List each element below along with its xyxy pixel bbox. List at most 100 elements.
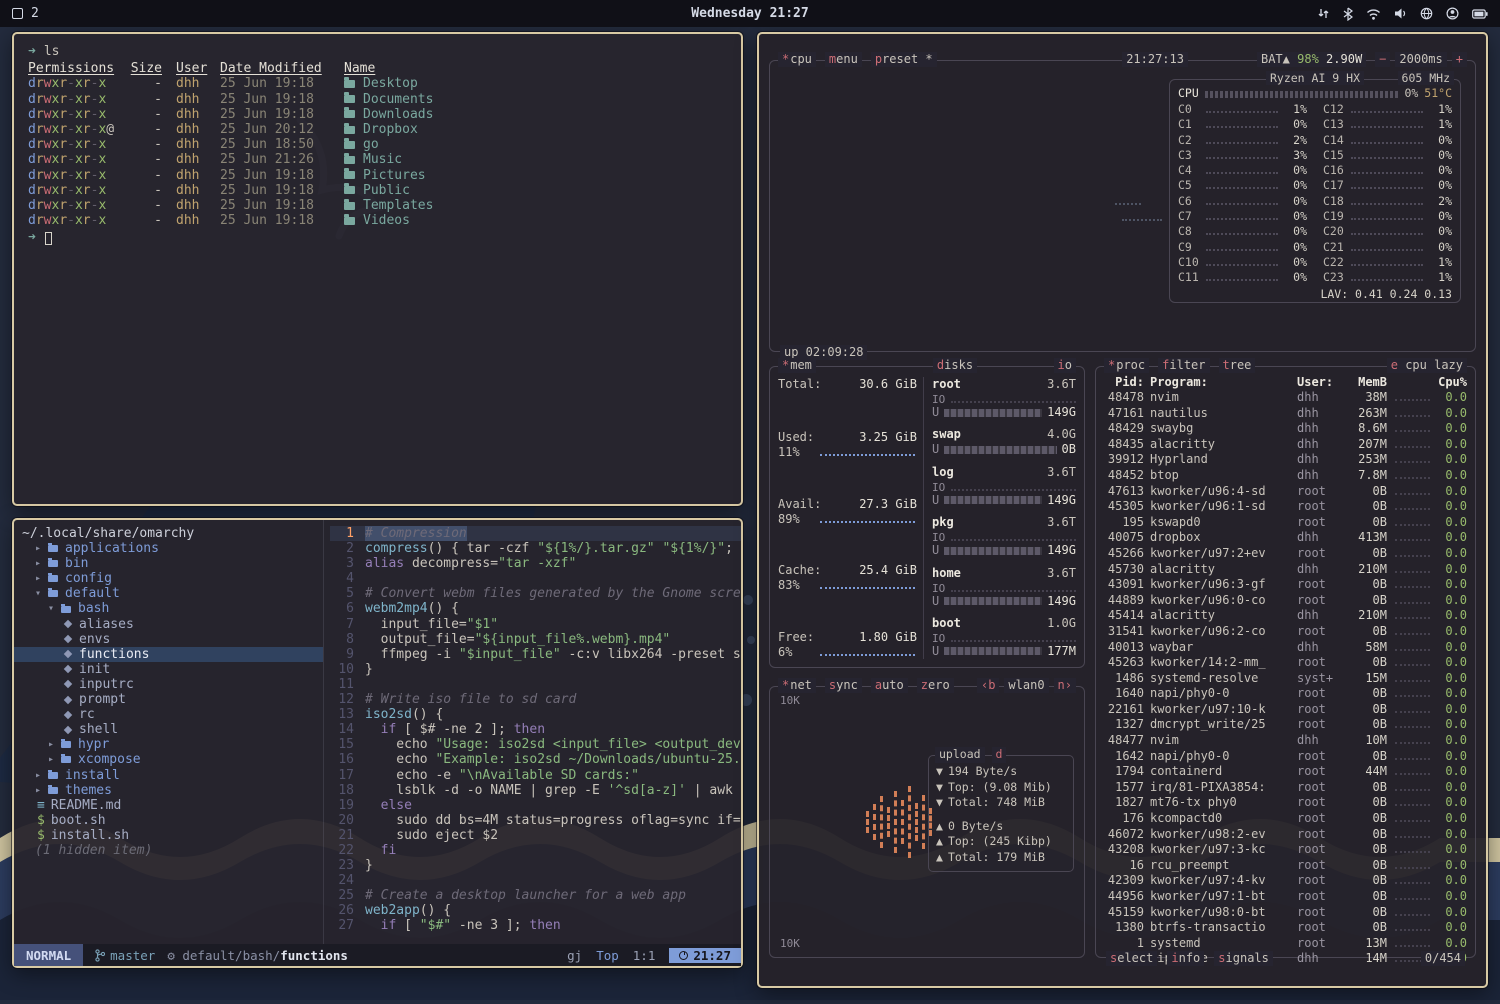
- tree-item-bash[interactable]: ▾bash: [14, 601, 323, 616]
- proc-row[interactable]: 45159kworker/u98:0-btroot0B0.0: [1104, 905, 1467, 921]
- col-header-pid[interactable]: Pid:: [1104, 375, 1150, 390]
- proc-row[interactable]: 48429swaybgdhh8.6M0.0: [1104, 421, 1467, 437]
- btop-tab-net[interactable]: *net: [778, 678, 816, 693]
- battery-icon[interactable]: [1472, 9, 1488, 19]
- volume-icon[interactable]: [1394, 7, 1407, 20]
- btop-tab-sync[interactable]: sync: [825, 678, 862, 693]
- wifi-icon[interactable]: [1366, 8, 1381, 20]
- proc-row[interactable]: 1642napi/phy0-0root0B0.0: [1104, 749, 1467, 765]
- tree-item-readme-md[interactable]: ≡README.md: [14, 798, 323, 813]
- code-line[interactable]: 16 echo "Example: iso2sd ~/Downloads/ubu…: [330, 752, 741, 767]
- proc-row[interactable]: 48452btopdhh7.8M0.0: [1104, 468, 1467, 484]
- code-line[interactable]: 13iso2sd() {: [330, 707, 741, 722]
- code-line[interactable]: 25# Create a desktop launcher for a web …: [330, 888, 741, 903]
- code-line[interactable]: 12# Write iso file to sd card: [330, 692, 741, 707]
- tree-item-config[interactable]: ▸config: [14, 571, 323, 586]
- code-editor[interactable]: 1# Compression2compress() { tar -czf "${…: [324, 520, 741, 944]
- proc-row[interactable]: 47161nautilusdhh263M0.0: [1104, 406, 1467, 422]
- code-line[interactable]: 15 echo "Usage: iso2sd <input_file> <out…: [330, 737, 741, 752]
- proc-row[interactable]: 1380btrfs-transactioroot0B0.0: [1104, 920, 1467, 936]
- proc-row[interactable]: 45263kworker/14:2-mm_root0B0.0: [1104, 655, 1467, 671]
- tree-item-install[interactable]: ▸install: [14, 768, 323, 783]
- workspace-number[interactable]: 2: [31, 6, 39, 21]
- neovim-window[interactable]: ~/.local/share/omarchy▸applications▸bin▸…: [12, 518, 743, 968]
- code-line[interactable]: 2compress() { tar -czf "${1%/}.tar.gz" "…: [330, 541, 741, 556]
- tree-item-shell[interactable]: shell: [14, 722, 323, 737]
- proc-row[interactable]: 1486systemd-resolvesyst+15M0.0: [1104, 671, 1467, 687]
- proc-row[interactable]: 43091kworker/u96:3-gfroot0B0.0: [1104, 577, 1467, 593]
- code-line[interactable]: 20 sudo dd bs=4M status=progress oflag=s…: [330, 813, 741, 828]
- code-line[interactable]: 23}: [330, 858, 741, 873]
- terminal-window-ls[interactable]: ➜ ls Permissions Size User Date Modified…: [12, 32, 743, 506]
- col-header-user[interactable]: User:: [1297, 375, 1343, 390]
- code-line[interactable]: 27 if [ "$#" -ne 3 ]; then: [330, 918, 741, 933]
- proc-row[interactable]: 1systemdroot13M0.0: [1104, 936, 1467, 952]
- file-name[interactable]: Dropbox: [330, 122, 727, 137]
- btop-tab-menu[interactable]: menu: [825, 52, 862, 67]
- code-line[interactable]: 10}: [330, 662, 741, 677]
- code-line[interactable]: 21 sudo eject $2: [330, 828, 741, 843]
- proc-row[interactable]: 47613kworker/u96:4-sdroot0B0.0: [1104, 484, 1467, 500]
- proc-row[interactable]: 1577irq/81-PIXA3854:root0B0.0: [1104, 780, 1467, 796]
- code-line[interactable]: 18 lsblk -d -o NAME | grep -E '^sd[a-z]'…: [330, 783, 741, 798]
- btop-tab-preset[interactable]: preset *: [871, 52, 937, 67]
- bluetooth-icon[interactable]: [1343, 7, 1353, 21]
- proc-row[interactable]: 40075dropboxdhh413M0.0: [1104, 530, 1467, 546]
- proc-row[interactable]: 45266kworker/u97:2+evroot0B0.0: [1104, 546, 1467, 562]
- btop-tab-cpu-lazy[interactable]: e cpu lazy: [1387, 358, 1467, 373]
- file-name[interactable]: Downloads: [330, 107, 727, 122]
- proc-action-select[interactable]: select: [1106, 951, 1157, 966]
- proc-row[interactable]: 39912Hyprlanddhh253M0.0: [1104, 452, 1467, 468]
- col-header-program[interactable]: Program:: [1150, 375, 1297, 390]
- proc-row[interactable]: 45414alacrittydhh210M0.0: [1104, 608, 1467, 624]
- proc-row[interactable]: 48477nvimdhh10M0.0: [1104, 733, 1467, 749]
- proc-row[interactable]: 44956kworker/u97:1-btroot0B0.0: [1104, 889, 1467, 905]
- proc-row[interactable]: 1327dmcrypt_write/25root0B0.0: [1104, 717, 1467, 733]
- proc-row[interactable]: 46072kworker/u98:2-evroot0B0.0: [1104, 827, 1467, 843]
- tree-item-themes[interactable]: ▸themes: [14, 783, 323, 798]
- file-name[interactable]: Documents: [330, 92, 727, 107]
- tree-item-hypr[interactable]: ▸hypr: [14, 737, 323, 752]
- btop-tab-mem[interactable]: *mem: [778, 358, 816, 373]
- btop-tab-cpu[interactable]: *cpu: [778, 52, 816, 67]
- tree-item-applications[interactable]: ▸applications: [14, 541, 323, 556]
- proc-row[interactable]: 45305kworker/u96:1-sdroot0B0.0: [1104, 499, 1467, 515]
- iface-next[interactable]: n›: [1054, 678, 1076, 693]
- file-name[interactable]: Videos: [330, 213, 727, 228]
- tree-item-default[interactable]: ▾default: [14, 586, 323, 601]
- code-line[interactable]: 5# Convert webm files generated by the G…: [330, 586, 741, 601]
- proc-row[interactable]: 195kswapd0root0B0.0: [1104, 515, 1467, 531]
- btop-tab-proc[interactable]: *proc: [1104, 358, 1149, 373]
- proc-row[interactable]: 1640napi/phy0-0root0B0.0: [1104, 686, 1467, 702]
- code-line[interactable]: 1# Compression: [330, 526, 741, 541]
- code-line[interactable]: 3alias decompress="tar -xzf": [330, 556, 741, 571]
- proc-row[interactable]: 43208kworker/u97:3-kcroot0B0.0: [1104, 842, 1467, 858]
- git-branch[interactable]: master: [95, 948, 155, 963]
- tree-item--local-share-omarchy[interactable]: ~/.local/share/omarchy: [14, 526, 323, 541]
- code-line[interactable]: 14 if [ $# -ne 2 ]; then: [330, 722, 741, 737]
- code-line[interactable]: 26web2app() {: [330, 903, 741, 918]
- proc-row[interactable]: 22161kworker/u97:10-kroot0B0.0: [1104, 702, 1467, 718]
- code-line[interactable]: 22 fi: [330, 843, 741, 858]
- code-line[interactable]: 4: [330, 571, 741, 586]
- tree-item-init[interactable]: init: [14, 662, 323, 677]
- code-line[interactable]: 9 ffmpeg -i "$input_file" -c:v libx264 -…: [330, 647, 741, 662]
- network-icon[interactable]: [1420, 7, 1433, 20]
- btop-tab-filter[interactable]: filter: [1158, 358, 1209, 373]
- btop-tab-auto[interactable]: auto: [871, 678, 908, 693]
- file-name[interactable]: Templates: [330, 198, 727, 213]
- proc-row[interactable]: 48435alacrittydhh207M0.0: [1104, 437, 1467, 453]
- workspace-icon[interactable]: [12, 8, 23, 19]
- proc-row[interactable]: 31541kworker/u96:2-coroot0B0.0: [1104, 624, 1467, 640]
- tree-item-functions[interactable]: functions: [14, 647, 323, 662]
- proc-row[interactable]: 1827mt76-tx phy0root0B0.0: [1104, 795, 1467, 811]
- code-line[interactable]: 6webm2mp4() {: [330, 601, 741, 616]
- btop-tab-disks[interactable]: disks: [933, 358, 977, 373]
- col-header-cpu[interactable]: Cpu%: [1435, 375, 1467, 390]
- file-name[interactable]: Pictures: [330, 168, 727, 183]
- btop-tab-zero[interactable]: zero: [917, 678, 954, 693]
- code-line[interactable]: 17 echo -e "\nAvailable SD cards:": [330, 768, 741, 783]
- proc-row[interactable]: 40013waybardhh58M0.0: [1104, 640, 1467, 656]
- tree-item-install-sh[interactable]: $install.sh: [14, 828, 323, 843]
- proc-action-info[interactable]: info: [1167, 951, 1204, 966]
